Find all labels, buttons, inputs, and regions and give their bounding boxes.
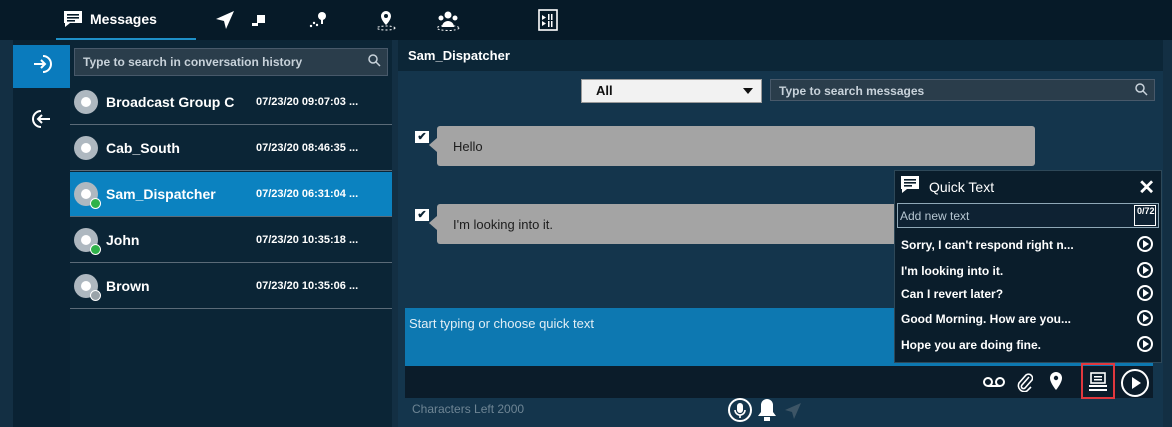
conversation-time: 07/23/20 08:46:35 ...	[256, 142, 359, 154]
quick-text-label: Good Morning. How are you...	[901, 311, 1071, 326]
tab-location[interactable]	[205, 0, 245, 40]
characters-left: Characters Left 2000	[412, 402, 525, 416]
login-button[interactable]	[13, 45, 70, 88]
conversation-search-input[interactable]: Type to search in conversation history	[74, 48, 388, 76]
add-quick-text-placeholder: Add new text	[900, 209, 970, 223]
conversation-time: 07/23/20 06:31:04 ...	[256, 188, 359, 200]
quick-text-item[interactable]: Can I revert later?	[901, 282, 1157, 305]
tab-geofence[interactable]	[300, 0, 336, 40]
send-arrow-icon[interactable]	[1137, 310, 1153, 326]
message-icon	[899, 175, 921, 200]
app-window: Messages Type to search in conversation …	[0, 0, 1172, 427]
add-quick-text-input[interactable]: Add new text 0/72	[897, 203, 1159, 228]
quick-text-title: Quick Text	[929, 179, 995, 195]
tab-users-group[interactable]	[430, 0, 466, 40]
conversation-name: Broadcast Group C	[106, 94, 235, 110]
message-bubble: Hello	[429, 126, 1035, 166]
search-icon[interactable]	[1135, 83, 1148, 99]
send-arrow-icon[interactable]	[1137, 285, 1153, 301]
online-status-icon	[90, 198, 101, 209]
user-avatar-icon	[74, 182, 101, 209]
tab-messages-label: Messages	[90, 11, 157, 27]
quick-text-panel: Quick Text ✕ Add new text 0/72 Sorry, I …	[894, 170, 1162, 363]
conversation-row[interactable]: John 07/23/20 10:35:18 ...	[70, 218, 392, 263]
quick-text-label: I'm looking into it.	[901, 263, 1004, 278]
quick-text-label: Hope you are doing fine.	[901, 337, 1042, 352]
conversation-name: Sam_Dispatcher	[106, 186, 216, 202]
message-icon	[62, 10, 84, 28]
user-avatar-icon	[74, 274, 101, 301]
logout-icon	[31, 108, 53, 136]
voicemail-icon[interactable]	[983, 375, 1005, 389]
side-rail	[13, 40, 70, 427]
conversation-row[interactable]: Cab_South 07/23/20 08:46:35 ...	[70, 126, 392, 171]
tab-pins[interactable]	[245, 0, 273, 40]
quick-text-header: Quick Text ✕	[895, 171, 1161, 203]
zone-pin-icon	[375, 9, 397, 31]
tab-messages[interactable]: Messages	[56, 0, 196, 40]
tab-media[interactable]	[530, 0, 566, 40]
alert-bell-icon[interactable]	[756, 398, 778, 427]
counter-max: 72	[1144, 206, 1155, 216]
quick-text-label: Can I revert later?	[901, 286, 1004, 301]
conversation-name: Cab_South	[106, 140, 180, 156]
quick-text-item[interactable]: Hope you are doing fine.	[901, 333, 1157, 356]
counter-used: 0	[1137, 206, 1143, 216]
send-button[interactable]	[1121, 369, 1149, 397]
compose-placeholder: Start typing or choose quick text	[409, 316, 594, 331]
map-pins-icon	[251, 13, 267, 27]
close-icon[interactable]: ✕	[1138, 175, 1155, 200]
search-icon[interactable]	[368, 54, 381, 70]
send-arrow-icon[interactable]	[1137, 262, 1153, 278]
filter-value: All	[596, 83, 613, 98]
quick-text-highlight	[1081, 363, 1115, 399]
login-icon	[31, 53, 53, 81]
compose-toolbar	[405, 363, 1153, 399]
logout-button[interactable]	[13, 100, 70, 143]
paperclip-icon[interactable]	[1017, 372, 1033, 392]
quick-text-label: Sorry, I can't respond right n...	[901, 237, 1074, 252]
online-status-icon	[90, 244, 101, 255]
location-pin-icon[interactable]	[1049, 371, 1063, 391]
location-arrow-icon	[215, 10, 235, 30]
send-location-icon	[784, 402, 802, 425]
offline-status-icon	[90, 290, 101, 301]
message-item: ✔ Hello	[415, 126, 1035, 166]
chevron-down-icon	[743, 88, 753, 94]
group-avatar-icon	[74, 136, 98, 160]
microphone-icon[interactable]	[728, 398, 752, 427]
conversation-title: Sam_Dispatcher	[398, 40, 1163, 71]
message-search-placeholder: Type to search messages	[779, 84, 925, 98]
conversation-search-placeholder: Type to search in conversation history	[83, 55, 303, 69]
conversation-time: 07/23/20 09:07:03 ...	[256, 96, 359, 108]
user-avatar-icon	[74, 228, 101, 255]
geofence-icon	[307, 10, 329, 30]
character-counter: 0/72	[1134, 205, 1156, 226]
conversation-time: 07/23/20 10:35:06 ...	[256, 280, 359, 292]
tab-zone[interactable]	[368, 0, 404, 40]
conversation-list: Type to search in conversation history B…	[70, 40, 392, 427]
users-group-icon	[436, 9, 460, 31]
top-tab-bar: Messages	[0, 0, 1172, 40]
quick-text-item[interactable]: I'm looking into it.	[901, 259, 1157, 282]
quick-text-item[interactable]: Good Morning. How are you...	[901, 307, 1157, 330]
group-avatar-icon	[74, 90, 98, 114]
message-filter-select[interactable]: All	[581, 79, 762, 103]
conversation-row[interactable]: Brown 07/23/20 10:35:06 ...	[70, 264, 392, 309]
quick-text-item[interactable]: Sorry, I can't respond right n...	[901, 233, 1157, 256]
media-player-icon	[537, 9, 559, 31]
message-search-input[interactable]: Type to search messages	[770, 79, 1155, 101]
conversation-row[interactable]: Broadcast Group C 07/23/20 09:07:03 ...	[70, 80, 392, 125]
conversation-row-selected[interactable]: Sam_Dispatcher 07/23/20 06:31:04 ...	[70, 172, 392, 217]
checkmark-icon: ✔	[415, 209, 429, 221]
conversation-name: John	[106, 232, 140, 248]
conversation-name: Brown	[106, 278, 150, 294]
checkmark-icon: ✔	[415, 131, 429, 143]
conversation-time: 07/23/20 10:35:18 ...	[256, 234, 359, 246]
send-arrow-icon[interactable]	[1137, 336, 1153, 352]
send-arrow-icon[interactable]	[1137, 236, 1153, 252]
